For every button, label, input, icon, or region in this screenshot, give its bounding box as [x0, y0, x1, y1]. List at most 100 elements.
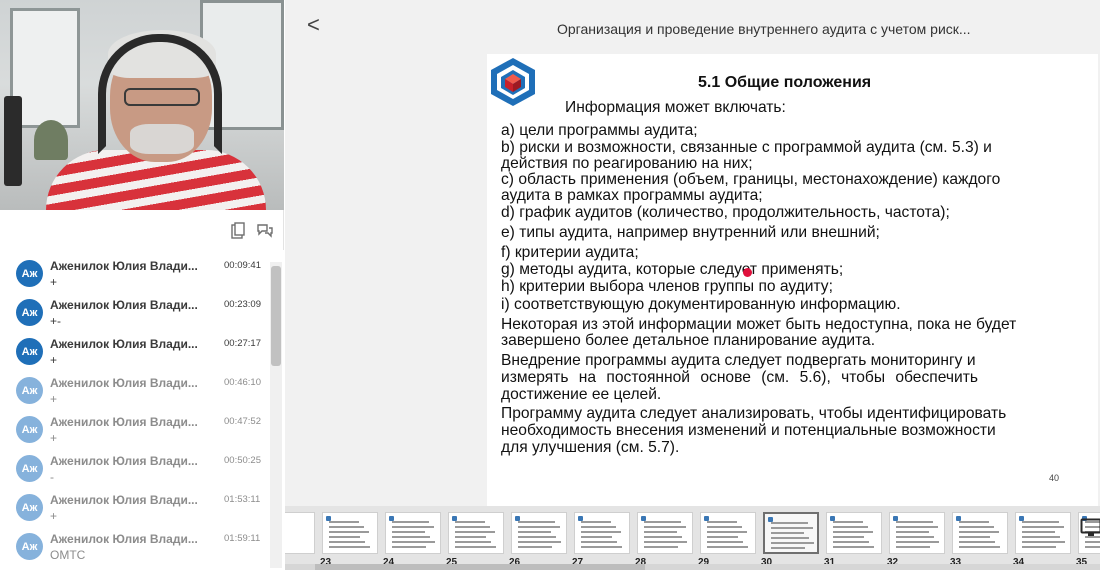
slide-thumbnail[interactable] — [826, 512, 882, 554]
slide-thumbnail[interactable] — [574, 512, 630, 554]
slide-thumbnail-partial[interactable] — [285, 512, 315, 554]
slide-text-line: Программу аудита следует анализировать, … — [501, 405, 1007, 422]
chat-message-text: + — [50, 509, 58, 523]
thumbnail-text-line — [581, 521, 611, 523]
slide-text-line: для улучшения (см. 5.7). — [501, 439, 680, 456]
left-panel: Аж Аженилок Юлия Влади... 00:09:41 + Аж Ажени… — [0, 0, 284, 570]
slide-page-number: 40 — [1049, 473, 1060, 483]
slide-thumbnail[interactable] — [637, 512, 693, 554]
chat-message[interactable]: Аж Аженилок Юлия Влади... 00:23:09 +- — [0, 293, 272, 332]
chat-message[interactable]: Аж Аженилок Юлия Влади... 00:47:52 + — [0, 410, 272, 449]
thumbnail-text-line — [644, 531, 677, 533]
thumbnail-text-line — [771, 532, 804, 534]
background-plant — [34, 120, 68, 160]
thumbnail-text-line — [1022, 536, 1060, 538]
chat-author-name: Аженилок Юлия Влади... — [50, 298, 198, 312]
thumbnail-text-line — [644, 541, 687, 543]
thumbnail-text-line — [833, 531, 873, 533]
company-logo-icon — [491, 58, 535, 106]
thumbnail-text-line — [959, 526, 994, 528]
thumbnail-text-line — [455, 546, 496, 548]
thumbnail-scrollbar-thumb[interactable] — [315, 564, 645, 570]
thumbnail-text-line — [581, 546, 622, 548]
app-window: Аж Аженилок Юлия Влади... 00:09:41 + Аж Ажени… — [0, 0, 1100, 570]
background-speaker — [4, 96, 22, 186]
slide-thumbnail[interactable] — [763, 512, 819, 554]
slide-thumbnail[interactable] — [952, 512, 1008, 554]
thumbnail-text-line — [1022, 531, 1055, 533]
slide-text-line: действия по реагированию на них; — [501, 155, 753, 172]
thumbnail-text-line — [707, 526, 742, 528]
chat-message[interactable]: Аж Аженилок Юлия Влади... 00:50:25 - — [0, 449, 272, 488]
chat-message[interactable]: Аж Аженилок Юлия Влади... 00:46:10 + — [0, 371, 272, 410]
chat-bubbles-icon[interactable] — [254, 220, 276, 242]
thumbnail-text-line — [896, 536, 934, 538]
chat-timestamp: 00:50:25 — [224, 455, 261, 466]
slide-thumbnail[interactable] — [448, 512, 504, 554]
slide-text-line: a) цели программы аудита; — [501, 122, 698, 139]
slide-text-line: f) критерии аудита; — [501, 244, 639, 261]
thumbnail-text-line — [896, 546, 930, 548]
thumbnail-text-line — [771, 537, 809, 539]
slide-thumbnail[interactable] — [700, 512, 756, 554]
thumbnail-text-line — [392, 541, 435, 543]
slide-thumbnail[interactable] — [322, 512, 378, 554]
chat-message[interactable]: Аж Аженилок Юлия Влади... 01:59:11 ОМТС — [0, 527, 272, 566]
chat-message[interactable]: Аж Аженилок Юлия Влади... 00:27:17 + — [0, 332, 272, 371]
thumbnail-text-line — [959, 546, 1000, 548]
chat-author-name: Аженилок Юлия Влади... — [50, 259, 198, 273]
chat-scrollbar-thumb[interactable] — [271, 266, 281, 366]
chat-message-text: - — [50, 470, 54, 484]
chat-author-name: Аженилок Юлия Влади... — [50, 376, 198, 390]
thumbnail-text-line — [896, 521, 933, 523]
speaker-video[interactable] — [0, 0, 284, 210]
chat-message-text: + — [50, 392, 58, 406]
slide-text-line: Внедрение программы аудита следует подве… — [501, 352, 976, 369]
thumbnail-text-line — [833, 521, 863, 523]
thumbnail-text-line — [771, 542, 814, 544]
thumbnail-scrollbar[interactable] — [285, 564, 1100, 570]
thumbnail-strip: 23 24 25 26 27 28 29 30 31 32 33 34 35 — [285, 506, 1100, 570]
video-toolbar — [0, 214, 284, 248]
back-button[interactable]: < — [307, 14, 320, 36]
slide-text-line: завершено более детальное планирование а… — [501, 332, 876, 349]
slide-text-line: e) типы аудита, например внутренний или … — [501, 224, 880, 241]
chat-message-text: ОМТС — [50, 548, 86, 562]
avatar: Аж — [16, 338, 43, 365]
thumbnail-text-line — [707, 531, 747, 533]
chat-scrollbar[interactable] — [270, 262, 282, 568]
thumbnail-text-line — [833, 526, 868, 528]
thumbnail-text-line — [518, 526, 560, 528]
clipboard-icon[interactable] — [227, 220, 249, 242]
slide-thumbnail[interactable] — [889, 512, 945, 554]
headphones — [98, 34, 222, 154]
chat-message[interactable]: Аж Аженилок Юлия Влади... 00:09:41 + — [0, 254, 272, 293]
slide-text-line: необходимость внесения изменений и потен… — [501, 422, 996, 439]
slide-text-line: b) риски и возможности, связанные с прог… — [501, 139, 992, 156]
slide-thumbnail[interactable] — [385, 512, 441, 554]
chat-timestamp: 00:23:09 — [224, 299, 261, 310]
thumbnail-text-line — [518, 531, 551, 533]
slide-thumbnail[interactable] — [511, 512, 567, 554]
slide-text-line: c) область применения (объем, границы, м… — [501, 171, 1001, 188]
laser-pointer — [743, 268, 752, 277]
thumbnail-text-line — [833, 541, 869, 543]
slide-thumbnail[interactable] — [1015, 512, 1071, 554]
thumbnail-text-line — [581, 526, 616, 528]
thumbnail-text-line — [329, 546, 370, 548]
slide: 5.1 Общие положения Информация может вкл… — [487, 54, 1098, 506]
thumbnail-text-line — [329, 536, 360, 538]
thumbnail-text-line — [518, 521, 555, 523]
thumbnail-text-line — [644, 546, 678, 548]
chat-message[interactable]: Аж Аженилок Юлия Влади... 01:53:11 + — [0, 488, 272, 527]
monitor-icon[interactable] — [1080, 518, 1100, 538]
thumbnail-text-line — [392, 536, 430, 538]
thumbnail-text-line — [1022, 546, 1056, 548]
thumbnail-text-line — [707, 541, 743, 543]
chat-author-name: Аженилок Юлия Влади... — [50, 454, 198, 468]
avatar: Аж — [16, 377, 43, 404]
chat-timestamp: 00:09:41 — [224, 260, 261, 271]
thumbnail-text-line — [455, 541, 491, 543]
thumbnail-text-line — [1022, 521, 1059, 523]
thumbnail-text-line — [518, 546, 552, 548]
